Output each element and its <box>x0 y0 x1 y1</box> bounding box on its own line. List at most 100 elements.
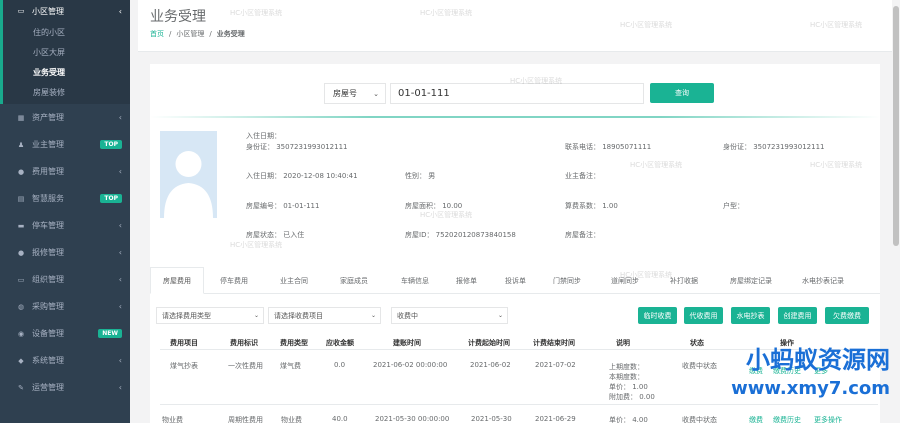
page-header: 业务受理 首页 / 小区管理 / 业务受理 <box>138 0 892 52</box>
col-header-type: 费用类型 <box>280 339 308 347</box>
sidebar-subitem-label: 房屋装修 <box>33 87 65 97</box>
car-icon: ▬ <box>17 221 25 230</box>
monitor-icon: ▭ <box>17 7 25 15</box>
tab-complaints[interactable]: 投诉单 <box>505 267 526 294</box>
tab-owner-contract[interactable]: 业主合同 <box>280 267 308 294</box>
sidebar-group-community[interactable]: ▭ 小区管理 ‹ <box>0 0 130 22</box>
scrollbar[interactable] <box>892 0 900 423</box>
cell-note-line: 单价： 4.00 <box>609 416 648 423</box>
tab-family[interactable]: 家庭成员 <box>340 267 368 294</box>
room-number-field: 房屋编号： 01-01-111 <box>246 202 320 210</box>
temporary-charge-button[interactable]: 临时收费 <box>638 307 677 324</box>
room-status-field: 房屋状态： 已入住 <box>246 231 305 239</box>
cart-icon: ◍ <box>17 302 25 311</box>
create-fee-button[interactable]: 创建费用 <box>778 307 817 324</box>
chevron-down-icon: ⌄ <box>373 89 379 98</box>
arrears-payment-button[interactable]: 欠费缴费 <box>825 307 869 324</box>
query-button[interactable]: 查询 <box>650 83 714 103</box>
page-title: 业务受理 <box>150 9 206 25</box>
brand-url: www.xmy7.com <box>731 378 890 399</box>
breadcrumb-current: 业务受理 <box>216 30 245 38</box>
sidebar-item-assets[interactable]: ▦ 资产管理 ‹ <box>0 104 130 131</box>
tab-bar: 房屋费用 停车费用 业主合同 家庭成员 车辆信息 报修单 投诉单 门禁同步 道闸… <box>150 267 880 294</box>
sidebar-item-label: 费用管理 <box>32 167 64 176</box>
pay-history-link[interactable]: 缴费历史 <box>773 415 801 423</box>
sidebar-item-system[interactable]: ◆ 系统管理 ‹ <box>0 347 130 374</box>
tab-reprint-receipt[interactable]: 补打收据 <box>670 267 698 294</box>
sidebar-submenu: 住的小区 小区大屏 业务受理 房屋装修 <box>0 22 130 104</box>
sidebar-item-label: 报修管理 <box>32 248 64 257</box>
cell-type: 物业费 <box>281 416 302 423</box>
cell-created: 2021-05-30 00:00:00 <box>375 415 450 423</box>
cell-note-line: 附加费： 0.00 <box>609 393 655 401</box>
cell-amount: 0.0 <box>334 361 346 369</box>
sidebar-item-owners[interactable]: ♟ 业主管理 TOP <box>0 131 130 158</box>
meter-reading-button[interactable]: 水电抄表 <box>731 307 770 324</box>
proxy-charge-button[interactable]: 代收费用 <box>684 307 723 324</box>
breadcrumb-community[interactable]: 小区管理 <box>176 30 204 38</box>
sidebar-item-label: 停车管理 <box>32 221 64 230</box>
chevron-icon: ‹ <box>118 356 122 365</box>
sidebar-item-operations[interactable]: ✎ 运营管理 ‹ <box>0 374 130 401</box>
fee-item-select[interactable]: 请选择收费项目 ⌄ <box>268 307 381 324</box>
breadcrumb-home[interactable]: 首页 <box>150 30 164 38</box>
tab-parking-fees[interactable]: 停车费用 <box>220 267 248 294</box>
tab-access-sync[interactable]: 门禁同步 <box>553 267 581 294</box>
avatar-silhouette-icon <box>160 131 217 218</box>
cell-note-line: 上期度数： <box>609 363 644 371</box>
tab-meter-records[interactable]: 水电抄表记录 <box>802 267 844 294</box>
sidebar-item-smart-service[interactable]: ▤ 智慧服务 TOP <box>0 185 130 212</box>
sidebar-item-label: 智慧服务 <box>32 194 64 203</box>
more-actions-link[interactable]: 更多操作 <box>814 415 842 423</box>
cell-end: 2021-07-02 <box>535 361 576 369</box>
diamond-icon: ◆ <box>18 356 24 365</box>
room-number-input[interactable]: 01-01-111 <box>390 83 644 104</box>
sidebar-item-fees[interactable]: ● 费用管理 ‹ <box>0 158 130 185</box>
fee-coefficient-field: 算费系数： 1.00 <box>565 202 618 210</box>
sidebar-item-label: 系统管理 <box>32 356 64 365</box>
checkin-date-field: 入住日期： 2020-12-08 10:40:41 <box>246 172 358 180</box>
chevron-icon: ‹ <box>118 167 122 176</box>
id-card-field-2: 身份证： 3507231993012111 <box>723 143 825 151</box>
sidebar-item-parking[interactable]: ▬ 停车管理 ‹ <box>0 212 130 239</box>
sidebar-subitem-my-community[interactable]: 住的小区 <box>3 22 130 42</box>
col-header-created: 建账时间 <box>393 339 421 347</box>
pay-link[interactable]: 缴费 <box>749 415 763 423</box>
tab-room-binding[interactable]: 房屋绑定记录 <box>730 267 772 294</box>
room-remark-field: 房屋备注： <box>565 231 600 239</box>
sidebar-item-devices[interactable]: ◉ 设备管理 NEW <box>0 320 130 347</box>
tab-repairs[interactable]: 报修单 <box>456 267 477 294</box>
sidebar-item-org[interactable]: ▭ 组织管理 ‹ <box>0 266 130 293</box>
owner-remark-field: 业主备注： <box>565 172 600 180</box>
avatar <box>160 131 217 218</box>
sidebar-subitem-decoration[interactable]: 房屋装修 <box>3 82 130 102</box>
scrollbar-thumb[interactable] <box>893 6 899 246</box>
chevron-down-icon: ⌄ <box>497 312 503 319</box>
fee-status-select[interactable]: 收费中 ⌄ <box>391 307 508 324</box>
desktop-icon: ▭ <box>17 275 25 284</box>
sidebar-subitem-label: 小区大屏 <box>33 47 65 57</box>
tab-vehicles[interactable]: 车辆信息 <box>401 267 429 294</box>
sidebar-item-purchase[interactable]: ◍ 采购管理 ‹ <box>0 293 130 320</box>
room-number-value: 01-01-111 <box>398 88 450 99</box>
chevron-down-icon: ⌄ <box>370 312 376 319</box>
contact-phone-field: 联系电话： 18905071111 <box>565 143 652 151</box>
cell-note-line: 单价： 1.00 <box>609 383 648 391</box>
tab-room-fees[interactable]: 房屋费用 <box>150 267 204 294</box>
cell-flag: 周期性费用 <box>228 416 263 423</box>
cell-start: 2021-05-30 <box>471 415 512 423</box>
search-type-select[interactable]: 房屋号 ⌄ <box>324 83 386 104</box>
fee-type-select[interactable]: 请选择费用类型 ⌄ <box>156 307 264 324</box>
divider <box>150 116 880 118</box>
chevron-icon: ‹ <box>118 221 122 230</box>
tab-gate-sync[interactable]: 道闸同步 <box>611 267 639 294</box>
sidebar-item-label: 运营管理 <box>32 383 64 392</box>
sidebar-item-repair[interactable]: ● 报修管理 ‹ <box>0 239 130 266</box>
room-id-field: 房屋ID： 752020120873840158 <box>405 231 516 239</box>
search-type-value: 房屋号 <box>333 89 357 98</box>
sidebar: ▭ 小区管理 ‹ 住的小区 小区大屏 业务受理 房屋装修 ▦ 资产管理 ‹ ♟ … <box>0 0 130 423</box>
checkin-label: 入住日期： <box>246 132 281 140</box>
col-header-start: 计费起始时间 <box>468 339 510 347</box>
sidebar-subitem-business[interactable]: 业务受理 <box>3 62 130 82</box>
sidebar-subitem-dashboard[interactable]: 小区大屏 <box>3 42 130 62</box>
